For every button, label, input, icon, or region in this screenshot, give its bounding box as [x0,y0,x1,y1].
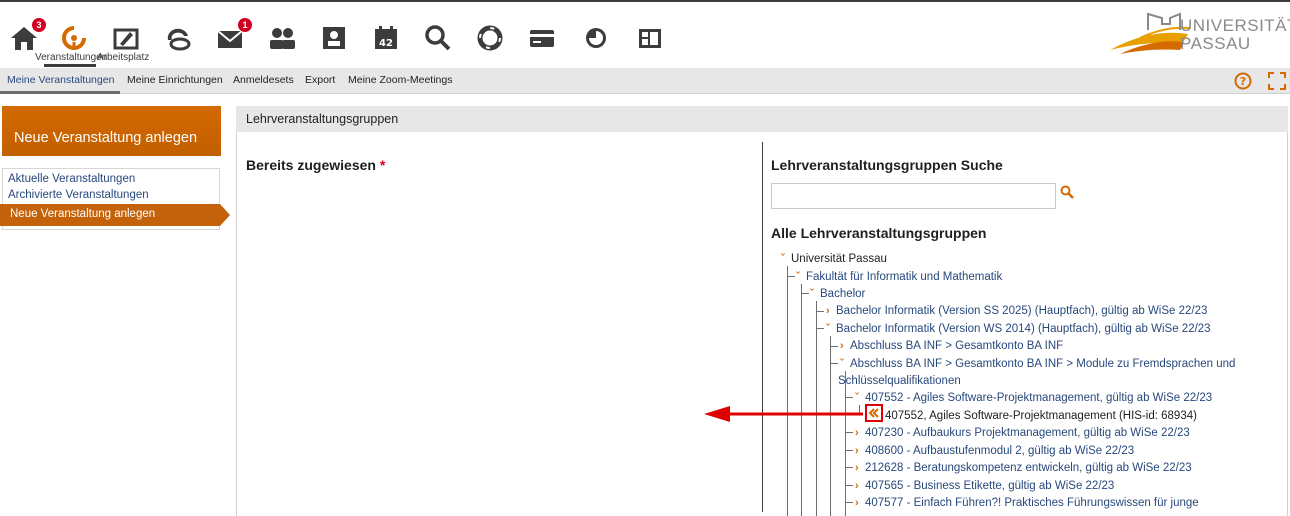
tab-my-institutes[interactable]: Meine Einrichtungen [127,74,223,86]
annotation-arrow [704,406,863,422]
sidebar-item-current-courses[interactable]: Aktuelle Veranstaltungen [8,173,135,185]
tree-line [787,266,788,516]
nav-active-indicator [44,64,96,67]
admin-icon[interactable] [634,22,666,54]
statistics-icon[interactable] [580,22,612,54]
tree-node[interactable]: ˇ Universität Passau [781,252,887,266]
section-header: Lehrveranstaltungsgruppen [236,106,1288,132]
tree-node[interactable]: ˇ Bachelor [810,287,865,301]
sidebar-active-arrow [220,204,230,226]
tree-node[interactable]: ˇ Fakultät für Informatik und Mathematik [796,270,1002,284]
svg-text:42: 42 [379,38,393,49]
top-navigation-bar: 3 1 42 Veranstaltungen Arbeitsplatz UNIV… [0,0,1290,68]
tree-node[interactable]: › Bachelor Informatik (Version SS 2025) (… [826,304,1207,318]
tab-admission-sets[interactable]: Anmeldesets [233,74,294,86]
chevron-down-icon[interactable]: ˇ [796,270,806,284]
tree-node[interactable]: ˇ 407552 - Agiles Software-Projektmanagem… [855,391,1212,405]
sidebar-item-new-course[interactable]: Neue Veranstaltung anlegen [0,204,220,226]
sidebar-item-archived-courses[interactable]: Archivierte Veranstaltungen [8,189,149,201]
chevron-right-icon[interactable]: › [855,461,865,475]
chevron-down-icon[interactable]: ˇ [840,357,850,371]
required-marker: * [379,157,386,173]
column-divider [762,142,763,512]
tree-node[interactable]: › 408600 - Aufbaustufenmodul 2, gültig ab… [855,444,1134,458]
chevron-right-icon[interactable]: › [840,339,850,353]
calendar-icon[interactable]: 42 [370,22,402,54]
fullscreen-icon[interactable] [1268,72,1286,90]
mail-icon[interactable]: 1 [214,18,252,54]
courses-icon[interactable] [58,22,90,54]
tree-node[interactable]: › 407577 - Einfach Führen?! Praktisches F… [855,496,1199,510]
chevron-down-icon[interactable]: ˇ [826,322,836,336]
tree-node[interactable]: ˇ Bachelor Informatik (Version WS 2014) (… [826,322,1211,336]
home-badge: 3 [32,18,46,32]
chevron-down-icon[interactable]: ˇ [855,391,865,405]
tab-zoom-meetings[interactable]: Meine Zoom-Meetings [348,74,452,86]
tab-bar: Meine Veranstaltungen Meine Einrichtunge… [0,68,1290,94]
tree-node[interactable]: › 407230 - Aufbaukurs Projektmanagement, … [855,426,1190,440]
help-lifebuoy-icon[interactable] [474,22,506,54]
university-logo-text: UNIVERSITÄT PASSAU [1180,16,1290,53]
tree-leaf-course: 407552, Agiles Software-Projektmanagemen… [885,410,1197,422]
mail-badge: 1 [238,18,252,32]
profile-icon[interactable] [318,22,350,54]
tree-line [845,371,846,516]
payment-card-icon[interactable] [526,22,558,54]
tree-line [801,284,802,516]
new-course-button[interactable]: Neue Veranstaltung anlegen [2,106,221,156]
community-icon[interactable] [162,22,194,54]
all-groups-title: Alle Lehrveranstaltungsgruppen [771,225,987,241]
tree-node[interactable]: › Abschluss BA INF > Gesamtkonto BA INF [840,339,1063,353]
chevron-right-icon[interactable]: › [855,479,865,493]
search-icon[interactable] [1060,185,1074,199]
search-nav-icon[interactable] [422,22,454,54]
workplace-icon[interactable] [110,22,142,54]
tab-my-courses[interactable]: Meine Veranstaltungen [7,74,114,86]
assigned-title: Bereits zugewiesen * [246,157,386,173]
svg-text:?: ? [1240,75,1246,88]
chevron-right-icon[interactable]: › [855,496,865,510]
tree-node[interactable]: ˇ Abschluss BA INF > Gesamtkonto BA INF >… [840,357,1235,371]
search-title: Lehrveranstaltungsgruppen Suche [771,157,1003,173]
tab-export[interactable]: Export [305,74,335,86]
assign-button[interactable] [865,404,883,422]
chevron-right-icon[interactable]: › [855,444,865,458]
double-chevron-left-icon [868,408,879,418]
help-icon[interactable]: ? [1234,72,1252,90]
chevron-down-icon[interactable]: ˇ [810,287,820,301]
chevron-right-icon[interactable]: › [855,426,865,440]
home-icon[interactable]: 3 [8,18,46,54]
search-input[interactable] [771,183,1056,209]
tree-node-continuation[interactable]: Schlüsselqualifikationen [838,374,961,388]
chevron-down-icon[interactable]: ˇ [781,252,791,266]
chevron-right-icon[interactable]: › [826,304,836,318]
tab-active-indicator [0,91,120,94]
contacts-icon[interactable] [266,22,298,54]
tree-node[interactable]: › 407565 - Business Etikette, gültig ab W… [855,479,1114,493]
nav-label-workplace[interactable]: Arbeitsplatz [97,52,149,63]
tree-node[interactable]: › 212628 - Beratungskompetenz entwickeln,… [855,461,1192,475]
